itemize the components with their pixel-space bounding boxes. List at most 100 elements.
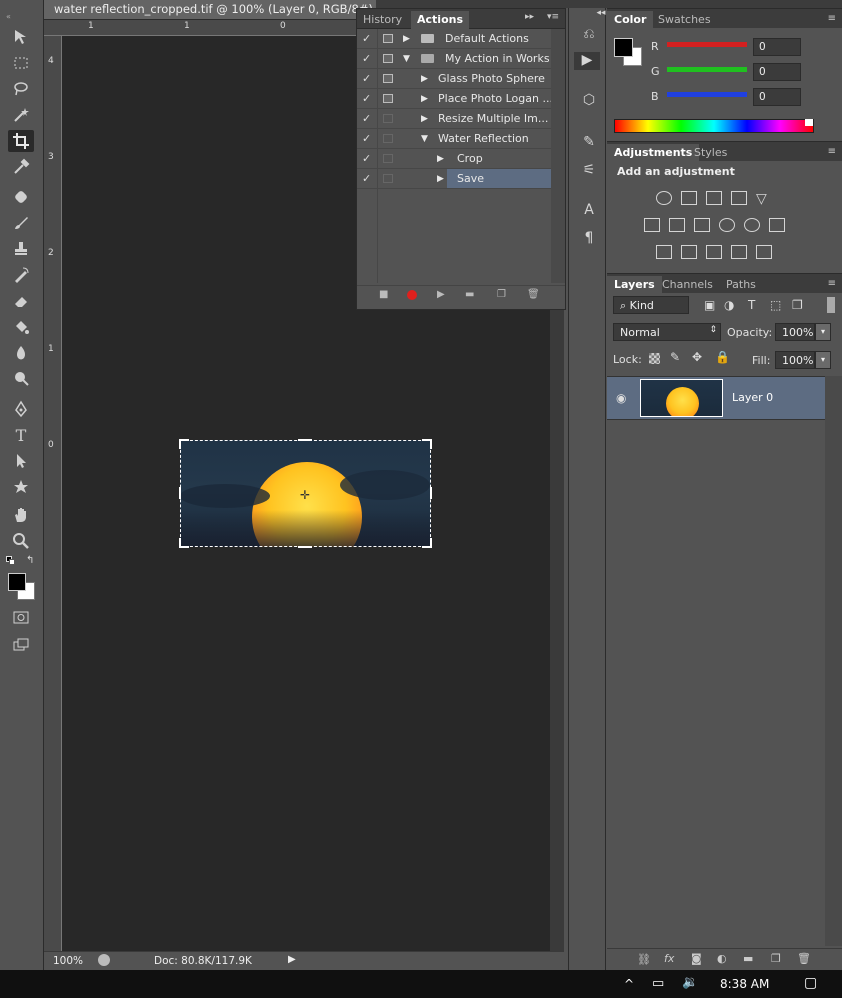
crop-handle[interactable] [179, 487, 182, 499]
photo-filter-icon[interactable] [719, 218, 735, 232]
expand-triangle-icon[interactable]: ▶ [403, 34, 410, 44]
hand-tool-icon[interactable] [8, 504, 34, 526]
green-value-input[interactable]: 0 [753, 63, 801, 81]
layer-filter-select[interactable]: ⌕ Kind [613, 296, 689, 314]
eyedropper-tool-icon[interactable] [8, 156, 34, 178]
expand-triangle-icon[interactable]: ▶ [421, 74, 428, 84]
dialog-toggle-icon[interactable] [383, 94, 393, 103]
check-icon[interactable]: ✓ [362, 172, 374, 185]
lasso-tool-icon[interactable] [8, 78, 34, 100]
red-slider[interactable] [667, 42, 747, 47]
notification-icon[interactable]: ▢ [804, 975, 817, 991]
filter-smart-object-icon[interactable]: ❐ [792, 298, 803, 312]
new-set-icon[interactable]: ▬ [465, 289, 474, 300]
3d-panel-icon[interactable]: ⬡ [579, 92, 599, 110]
tab-history[interactable]: History [357, 11, 408, 29]
pen-tool-icon[interactable] [8, 398, 34, 420]
crop-handle[interactable] [298, 439, 312, 442]
tab-adjustments[interactable]: Adjustments [607, 144, 700, 162]
fx-icon[interactable]: fx [664, 952, 674, 965]
panel-menu-icon[interactable]: ≡ [828, 146, 836, 157]
marquee-tool-icon[interactable] [8, 52, 34, 74]
lock-pixels-icon[interactable]: ✎ [670, 350, 680, 364]
red-value-input[interactable]: 0 [753, 38, 801, 56]
default-colors-icon[interactable] [6, 556, 16, 566]
dialog-toggle-empty[interactable] [383, 154, 393, 163]
layer-row[interactable]: ◉ Layer 0 [607, 376, 825, 420]
dialog-toggle-icon[interactable] [383, 34, 393, 43]
quick-mask-icon[interactable] [8, 606, 34, 628]
move-tool-icon[interactable] [8, 26, 34, 48]
tab-paths[interactable]: Paths [719, 276, 763, 294]
collapse-icon[interactable]: ▸▸ [525, 12, 534, 22]
selective-color-icon[interactable] [731, 245, 747, 259]
action-row[interactable]: ✓ ▼ My Action in Works [357, 49, 551, 69]
color-balance-icon[interactable] [669, 218, 685, 232]
collapse-icon[interactable]: « [6, 12, 11, 21]
volume-icon[interactable]: 🔉 [682, 975, 698, 990]
zoom-tool-icon[interactable] [8, 530, 34, 552]
healing-brush-tool-icon[interactable] [8, 186, 34, 208]
check-icon[interactable]: ✓ [362, 152, 374, 165]
history-panel-icon[interactable]: ⎌ [579, 26, 599, 44]
color-picker-swatches[interactable] [614, 38, 644, 68]
new-layer-icon[interactable]: ❐ [771, 952, 781, 965]
filter-type-icon[interactable]: T [748, 298, 755, 312]
tab-styles[interactable]: Styles [687, 144, 734, 162]
tab-layers[interactable]: Layers [607, 276, 662, 294]
crop-handle[interactable] [298, 545, 312, 548]
foreground-color-swatch[interactable] [8, 573, 26, 591]
posterize-icon[interactable] [681, 245, 697, 259]
clone-stamp-tool-icon[interactable] [8, 238, 34, 260]
actions-scrollbar[interactable] [551, 29, 565, 283]
path-selection-tool-icon[interactable] [8, 450, 34, 472]
brush-panel-icon[interactable]: ✎ [579, 134, 599, 152]
crop-bounding-box[interactable] [179, 439, 432, 548]
check-icon[interactable]: ✓ [362, 32, 374, 45]
dialog-toggle-empty[interactable] [383, 174, 393, 183]
crop-handle[interactable] [422, 439, 432, 449]
dodge-tool-icon[interactable] [8, 368, 34, 390]
brush-presets-icon[interactable]: ⚟ [579, 162, 599, 180]
threshold-icon[interactable] [706, 245, 722, 259]
dialog-toggle-icon[interactable] [383, 74, 393, 83]
layers-scrollbar[interactable] [825, 376, 842, 946]
lock-position-icon[interactable]: ✥ [692, 350, 702, 364]
action-row[interactable]: ✓ ▶ Default Actions [357, 29, 551, 49]
mask-icon[interactable]: ◙ [691, 952, 702, 965]
crop-tool-icon[interactable] [8, 130, 34, 152]
expand-triangle-icon[interactable]: ▶ [437, 174, 444, 184]
action-row[interactable]: ✓ ▶ Glass Photo Sphere [357, 69, 551, 89]
exposure-icon[interactable] [731, 191, 747, 205]
lock-transparent-icon[interactable] [649, 353, 660, 364]
blur-tool-icon[interactable] [8, 342, 34, 364]
swap-colors-icon[interactable]: ↰ [26, 555, 34, 566]
filter-toggle[interactable] [827, 297, 835, 313]
color-lookup-icon[interactable] [769, 218, 785, 232]
check-icon[interactable]: ✓ [362, 112, 374, 125]
magic-wand-tool-icon[interactable] [8, 104, 34, 126]
type-tool-icon[interactable]: T [8, 424, 34, 446]
zoom-level[interactable]: 100% [53, 955, 83, 967]
panel-menu-icon[interactable]: ▾≡ [547, 12, 559, 22]
adjustment-layer-icon[interactable]: ◐ [717, 952, 727, 965]
expand-triangle-icon[interactable]: ▶ [421, 94, 428, 104]
check-icon[interactable]: ✓ [362, 92, 374, 105]
eraser-tool-icon[interactable] [8, 290, 34, 312]
record-icon[interactable] [407, 290, 417, 300]
stop-icon[interactable]: ■ [379, 289, 388, 300]
status-arrow-icon[interactable]: ▶ [288, 954, 296, 965]
black-white-icon[interactable] [694, 218, 710, 232]
levels-icon[interactable] [681, 191, 697, 205]
delete-icon[interactable]: 🗑 [527, 289, 540, 300]
filter-adjustment-icon[interactable]: ◑ [724, 298, 734, 312]
invert-icon[interactable] [656, 245, 672, 259]
channel-mixer-icon[interactable] [744, 218, 760, 232]
brush-tool-icon[interactable] [8, 212, 34, 234]
crop-handle[interactable] [429, 487, 432, 499]
foreground-color-swatch[interactable] [614, 38, 633, 57]
gradient-map-icon[interactable] [756, 245, 772, 259]
play-icon[interactable]: ▶ [437, 289, 445, 300]
dialog-toggle-empty[interactable] [383, 114, 393, 123]
document-tab[interactable]: water reflection_cropped.tif @ 100% (Lay… [44, 0, 376, 20]
